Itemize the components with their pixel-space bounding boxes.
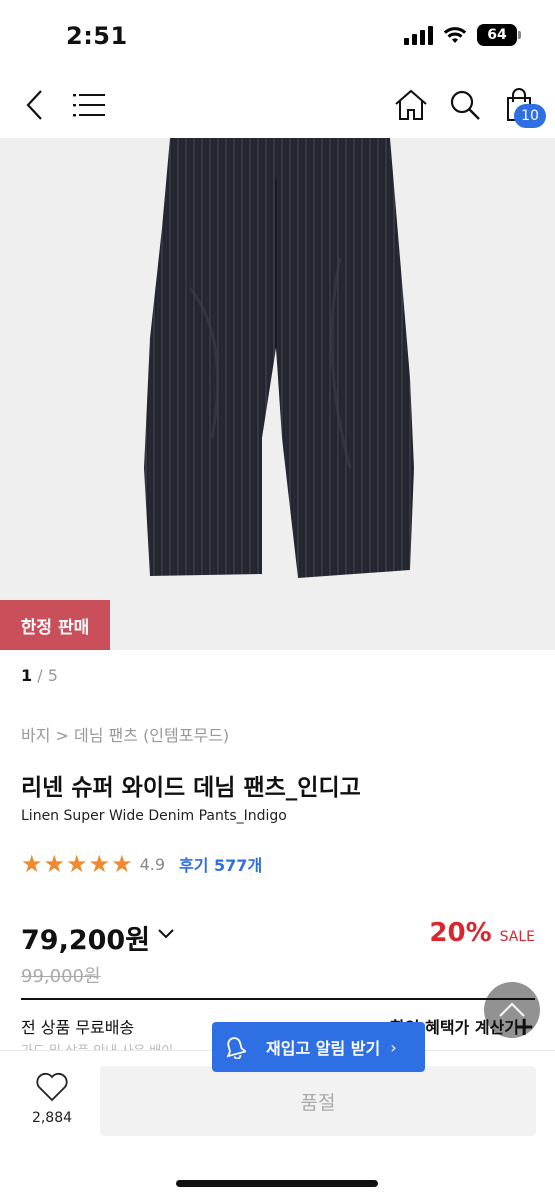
back-button[interactable] (12, 82, 58, 128)
divider (21, 998, 535, 1000)
product-title-english: Linen Super Wide Denim Pants_Indigo (21, 808, 287, 824)
star-icon: ★ (43, 850, 66, 878)
price-row: 79,200원 20% SALE (21, 918, 535, 958)
plus-icon[interactable]: + (513, 1012, 535, 1042)
status-bar: 2:51 64 (0, 0, 555, 72)
original-price: 99,000원 (21, 966, 101, 987)
heart-icon (36, 1072, 68, 1102)
restock-label: 재입고 알림 받기 (266, 1039, 381, 1058)
sale-label: SALE (499, 929, 535, 945)
status-icons: 64 (404, 24, 521, 46)
pager-total: / 5 (32, 666, 58, 685)
discount-percent: 20% (429, 918, 492, 948)
status-time: 2:51 (66, 22, 128, 50)
list-menu-icon (73, 94, 105, 117)
restock-alert-button[interactable]: 재입고 알림 받기 › (212, 1022, 425, 1072)
battery-level: 64 (487, 27, 507, 43)
search-button[interactable] (442, 82, 488, 128)
search-icon (450, 90, 480, 120)
discount: 20% SALE (429, 918, 535, 948)
price-detail-toggle[interactable] (157, 926, 175, 945)
star-icon: ★ (66, 850, 88, 878)
bell-icon (226, 1037, 246, 1059)
cellular-signal-icon (404, 25, 433, 45)
star-icon: ★ (88, 850, 111, 878)
home-button[interactable] (388, 82, 434, 128)
home-indicator (176, 1180, 378, 1187)
battery-icon: 64 (477, 24, 521, 46)
star-icon: ★ (111, 850, 133, 878)
rating: ★ ★ ★ ★ ★ 4.9 후기 577개 (21, 852, 262, 876)
limited-sale-badge: 한정 판매 (0, 600, 110, 650)
restock-chevron: › (390, 1037, 397, 1057)
soldout-button[interactable]: 품절 (100, 1066, 536, 1136)
sale-price: 79,200원 (21, 925, 151, 956)
like-button[interactable]: 2,884 (16, 1072, 88, 1126)
cart-count-badge: 10 (514, 104, 546, 128)
star-icon: ★ (21, 850, 43, 878)
nav-bar (0, 72, 555, 138)
pager-current: 1 (21, 666, 33, 685)
review-link[interactable]: 후기 577개 (179, 852, 262, 876)
product-image[interactable] (0, 138, 555, 650)
like-count: 2,884 (31, 1110, 73, 1126)
menu-button[interactable] (66, 82, 112, 128)
breadcrumb[interactable]: 바지 > 데님 팬츠 (인템포무드) (21, 722, 229, 746)
home-icon (395, 89, 427, 120)
denim-pants-image (144, 138, 414, 578)
wifi-icon (443, 27, 467, 43)
chevron-down-icon (158, 929, 174, 939)
product-title: 리넨 슈퍼 와이드 데님 팬츠_인디고 (21, 775, 361, 801)
chevron-left-icon (26, 90, 42, 120)
image-pager: 1 / 5 (21, 666, 58, 685)
rating-value: 4.9 (139, 854, 166, 874)
shipping-label: 전 상품 무료배송 (21, 1018, 135, 1037)
